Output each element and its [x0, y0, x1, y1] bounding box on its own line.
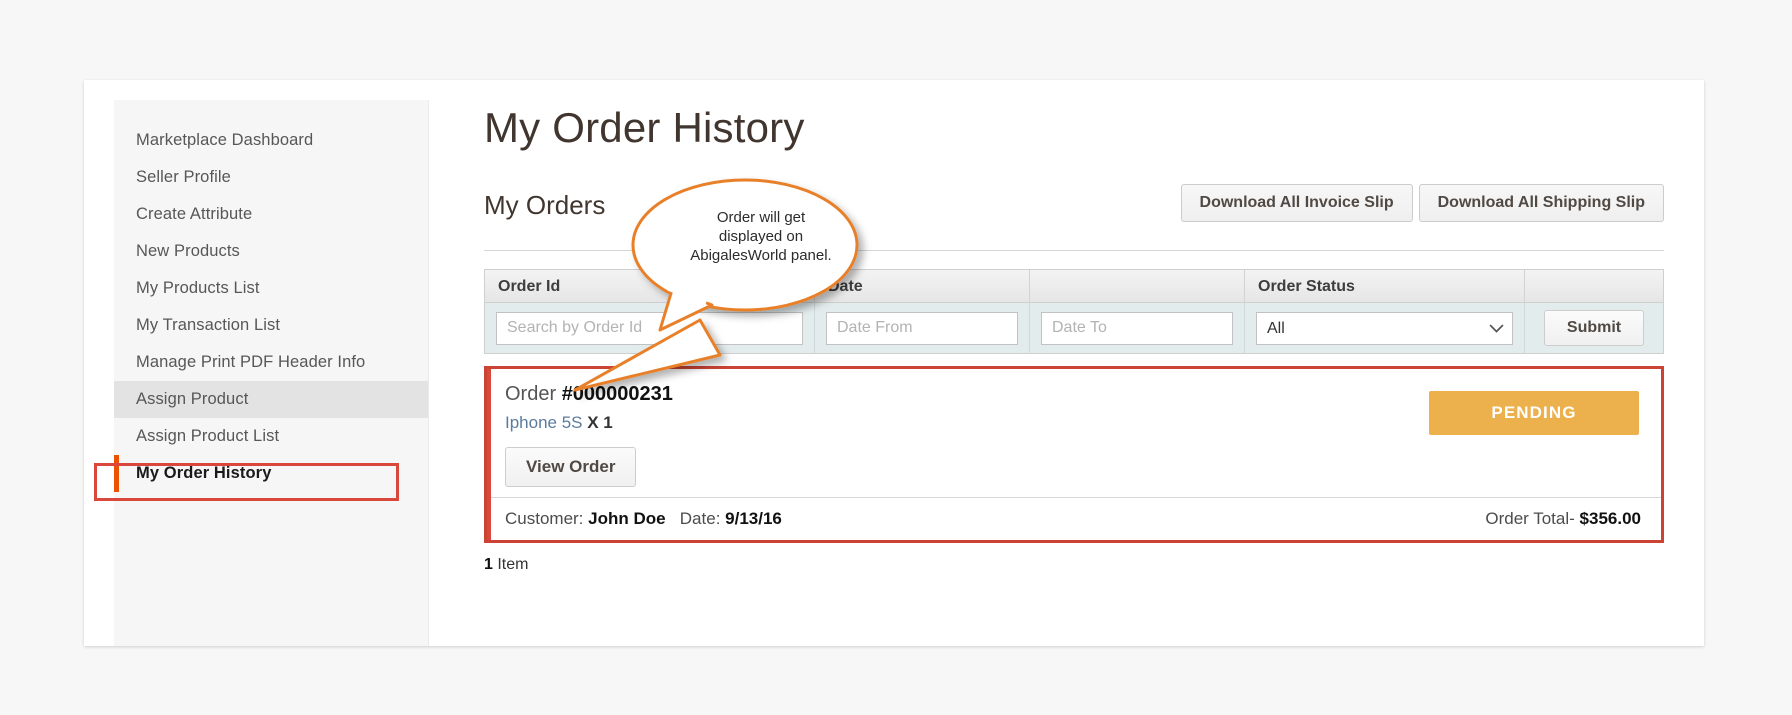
filter-header-row: Order Id Date Order Status	[485, 270, 1663, 303]
sidebar-item-label: New Products	[136, 242, 240, 260]
view-order-button[interactable]: View Order	[505, 447, 637, 487]
column-header-date-to	[1030, 270, 1245, 302]
sidebar-item-label: Seller Profile	[136, 168, 231, 186]
order-status-select-wrapper: All	[1256, 311, 1513, 345]
filter-cell-date-from	[815, 302, 1030, 354]
item-count: 1 Item	[484, 556, 1664, 574]
submit-button[interactable]: Submit	[1543, 310, 1645, 346]
filter-cell-order-id	[485, 302, 815, 354]
screenshot-root: Marketplace Dashboard Seller Profile Cre…	[0, 0, 1792, 715]
order-date: 9/13/16	[725, 509, 782, 528]
sidebar-item-my-products-list[interactable]: My Products List	[114, 270, 428, 307]
sidebar-item-my-transaction-list[interactable]: My Transaction List	[114, 307, 428, 344]
download-buttons-group: Download All Invoice Slip Download All S…	[1180, 184, 1664, 222]
page-title: My Order History	[484, 104, 805, 151]
callout-text: Order will get displayed on AbigalesWorl…	[690, 209, 832, 264]
sidebar-item-label: Assign Product	[136, 390, 249, 408]
date-to-input[interactable]	[1041, 311, 1233, 345]
filter-input-row: All Submit	[485, 302, 1663, 354]
sidebar-item-label: My Transaction List	[136, 316, 281, 334]
download-all-invoice-slip-button[interactable]: Download All Invoice Slip	[1180, 184, 1413, 222]
download-all-shipping-slip-button[interactable]: Download All Shipping Slip	[1418, 184, 1664, 222]
order-card: Order #000000231 Iphone 5S X 1 View Orde…	[487, 369, 1661, 540]
sidebar-item-assign-product[interactable]: Assign Product	[114, 381, 428, 418]
order-list: Order #000000231 Iphone 5S X 1 View Orde…	[484, 366, 1664, 574]
customer-label: Customer:	[505, 509, 584, 528]
sidebar-item-new-products[interactable]: New Products	[114, 233, 428, 270]
search-order-id-input[interactable]	[496, 311, 803, 345]
filter-cell-date-to	[1030, 302, 1245, 354]
sidebar: Marketplace Dashboard Seller Profile Cre…	[114, 100, 429, 646]
annotation-highlight-order: Order #000000231 Iphone 5S X 1 View Orde…	[484, 366, 1664, 543]
order-status-select[interactable]: All	[1256, 311, 1513, 345]
sidebar-item-label: Create Attribute	[136, 205, 253, 223]
order-filter-table: Order Id Date Order Status Search by Ord…	[484, 269, 1664, 354]
order-card-body: Order #000000231 Iphone 5S X 1 View Orde…	[491, 383, 1661, 497]
filter-cell-order-status: All	[1245, 302, 1525, 354]
sidebar-item-label: My Order History	[136, 464, 272, 482]
content-card: Marketplace Dashboard Seller Profile Cre…	[84, 80, 1704, 646]
sidebar-item-seller-profile[interactable]: Seller Profile	[114, 159, 428, 196]
date-label: Date:	[679, 509, 721, 528]
main-content: My Order History My Orders Download All …	[429, 80, 1704, 646]
sidebar-item-my-order-history[interactable]: My Order History	[114, 455, 428, 492]
date-from-input[interactable]	[826, 311, 1018, 345]
order-label: Order	[505, 383, 557, 405]
item-count-label: Item	[497, 556, 529, 573]
column-header-order-id: Order Id	[485, 270, 815, 302]
sidebar-item-assign-product-list[interactable]: Assign Product List	[114, 418, 428, 455]
sidebar-item-manage-print-pdf-header-info[interactable]: Manage Print PDF Header Info	[114, 344, 428, 381]
divider	[484, 250, 1664, 251]
sidebar-item-label: Assign Product List	[136, 427, 280, 445]
column-header-actions	[1525, 270, 1663, 302]
filter-cell-submit: Submit	[1525, 303, 1663, 354]
order-customer-info: Customer: John Doe Date: 9/13/16	[505, 509, 782, 529]
order-number: #000000231	[561, 383, 673, 405]
sidebar-item-create-attribute[interactable]: Create Attribute	[114, 196, 428, 233]
status-badge: PENDING	[1429, 391, 1639, 435]
order-product-qty: X 1	[587, 413, 613, 432]
column-header-date: Date	[815, 270, 1030, 302]
sidebar-item-label: Marketplace Dashboard	[136, 131, 314, 149]
sidebar-item-label: Manage Print PDF Header Info	[136, 353, 366, 371]
order-total-label: Order Total-	[1485, 509, 1575, 528]
order-card-footer: Customer: John Doe Date: 9/13/16 Order T…	[491, 497, 1661, 540]
customer-name: John Doe	[588, 509, 666, 528]
sidebar-item-marketplace-dashboard[interactable]: Marketplace Dashboard	[114, 122, 428, 159]
sidebar-item-label: My Products List	[136, 279, 260, 297]
orders-toolbar: My Orders Download All Invoice Slip Down…	[484, 184, 1664, 236]
section-title: My Orders	[484, 190, 606, 220]
order-total-info: Order Total- $356.00	[1485, 509, 1641, 529]
item-count-number: 1	[484, 556, 493, 573]
order-product-name[interactable]: Iphone 5S	[505, 413, 583, 432]
column-header-order-status: Order Status	[1245, 270, 1525, 302]
order-total-value: $356.00	[1579, 509, 1641, 528]
